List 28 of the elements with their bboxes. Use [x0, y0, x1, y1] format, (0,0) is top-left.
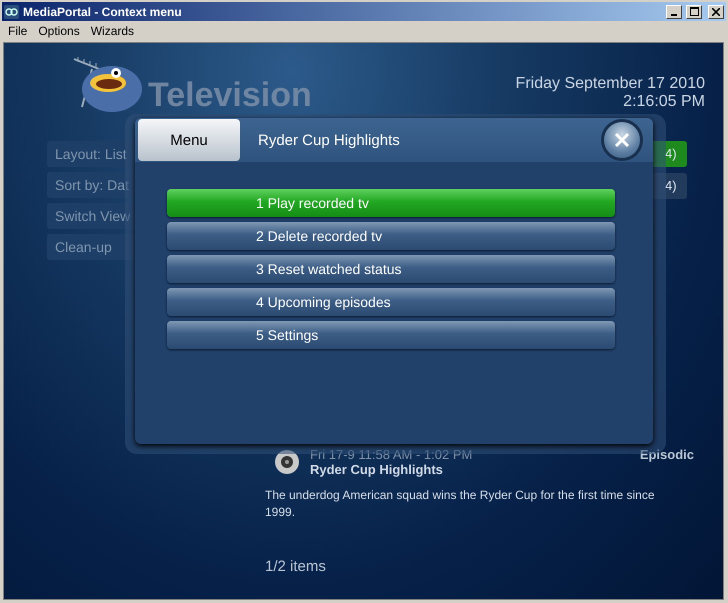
side-button[interactable]: Clean-up — [47, 234, 137, 260]
menu-item[interactable]: File — [4, 22, 32, 38]
maximize-button[interactable] — [686, 4, 702, 18]
item-count: 1/2 items — [265, 558, 326, 575]
menu-item[interactable]: Wizards — [86, 22, 140, 38]
menu-option[interactable]: 3 Reset watched status — [167, 255, 615, 283]
dialog-title: Ryder Cup Highlights — [258, 132, 401, 148]
minimize-button[interactable] — [666, 4, 682, 18]
app-icon — [4, 4, 19, 18]
menu-item[interactable]: Options — [34, 22, 85, 38]
recording-title: Ryder Cup Highlights — [310, 462, 444, 477]
minimize-icon — [671, 14, 677, 16]
menu-option[interactable]: 4 Upcoming episodes — [167, 288, 615, 316]
time-text: 2:16:05 PM — [622, 93, 705, 111]
close-icon — [614, 132, 630, 148]
description-text: The underdog American squad wins the Ryder Cup for the first time since 1999. — [265, 487, 656, 521]
section-title: Television — [148, 76, 312, 115]
recording-time: Fri 17-9 11:58 AM - 1:02 PM — [310, 447, 472, 462]
date-text: Friday September 17 2010 — [516, 75, 705, 93]
menu-option[interactable]: 5 Settings — [167, 321, 615, 349]
menu-tab[interactable]: Menu — [138, 119, 240, 161]
disc-icon — [274, 449, 300, 475]
window-title: MediaPortal - Context menu — [23, 4, 183, 18]
maximize-icon — [690, 7, 698, 16]
genre-text: Episodic — [640, 447, 694, 462]
menu-option[interactable]: 2 Delete recorded tv — [167, 222, 615, 250]
close-icon — [712, 8, 720, 16]
close-button[interactable] — [601, 119, 643, 161]
